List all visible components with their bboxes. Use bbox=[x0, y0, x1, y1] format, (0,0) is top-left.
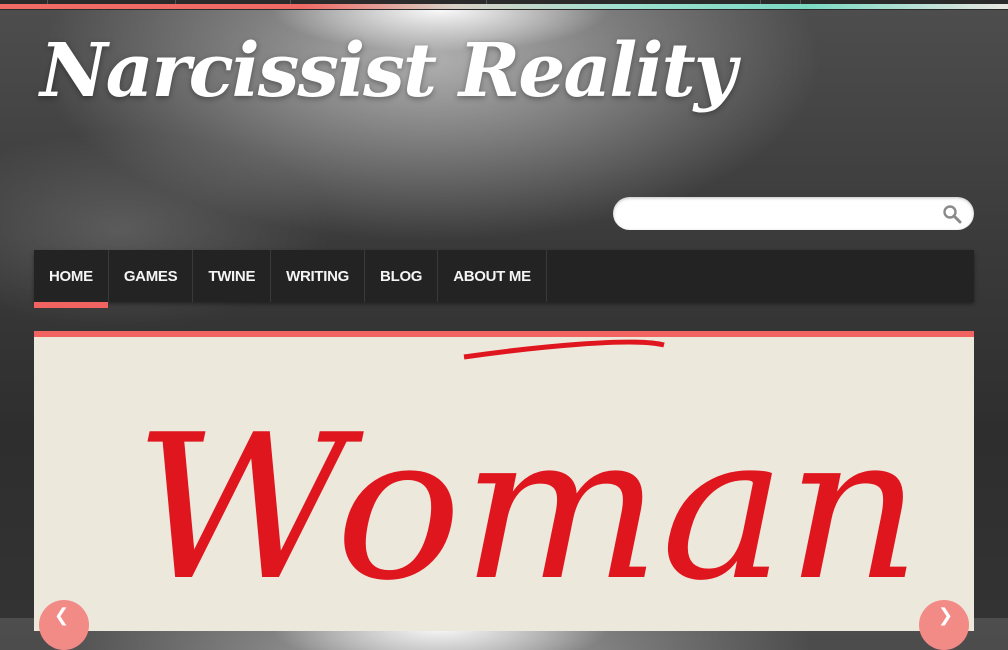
top-accent-stripe bbox=[0, 4, 1008, 9]
search-input[interactable] bbox=[627, 203, 931, 225]
featured-slider: Woman bbox=[34, 331, 974, 631]
top-bar-divider bbox=[486, 0, 487, 4]
nav-item-about-me[interactable]: ABOUT ME bbox=[438, 250, 547, 302]
nav-item-home[interactable]: HOME bbox=[34, 250, 109, 308]
slide-image: Woman bbox=[134, 339, 922, 625]
top-bar-divider bbox=[290, 0, 291, 4]
nav-item-blog[interactable]: BLOG bbox=[365, 250, 439, 302]
nav-item-twine[interactable]: TWINE bbox=[193, 250, 272, 302]
slider-next-button[interactable]: ❯ bbox=[919, 600, 969, 650]
top-bar-divider bbox=[800, 0, 801, 4]
top-bar-divider bbox=[47, 0, 48, 4]
chevron-right-icon: ❯ bbox=[938, 605, 954, 626]
slide-flourish bbox=[463, 339, 665, 360]
top-accent-bar bbox=[0, 0, 1008, 10]
search-box[interactable] bbox=[613, 197, 974, 230]
slider-prev-button[interactable]: ❮ bbox=[39, 600, 89, 650]
chevron-left-icon: ❮ bbox=[54, 605, 70, 626]
top-bar-divider bbox=[175, 0, 176, 4]
nav-item-games[interactable]: GAMES bbox=[109, 250, 194, 302]
top-bar-divider bbox=[760, 0, 761, 4]
site-title[interactable]: Narcissist Reality bbox=[40, 28, 737, 114]
main-navigation: HOME GAMES TWINE WRITING BLOG ABOUT ME bbox=[34, 250, 974, 308]
nav-item-writing[interactable]: WRITING bbox=[271, 250, 366, 302]
search-icon[interactable] bbox=[942, 204, 962, 224]
slide-text: Woman bbox=[134, 393, 922, 625]
